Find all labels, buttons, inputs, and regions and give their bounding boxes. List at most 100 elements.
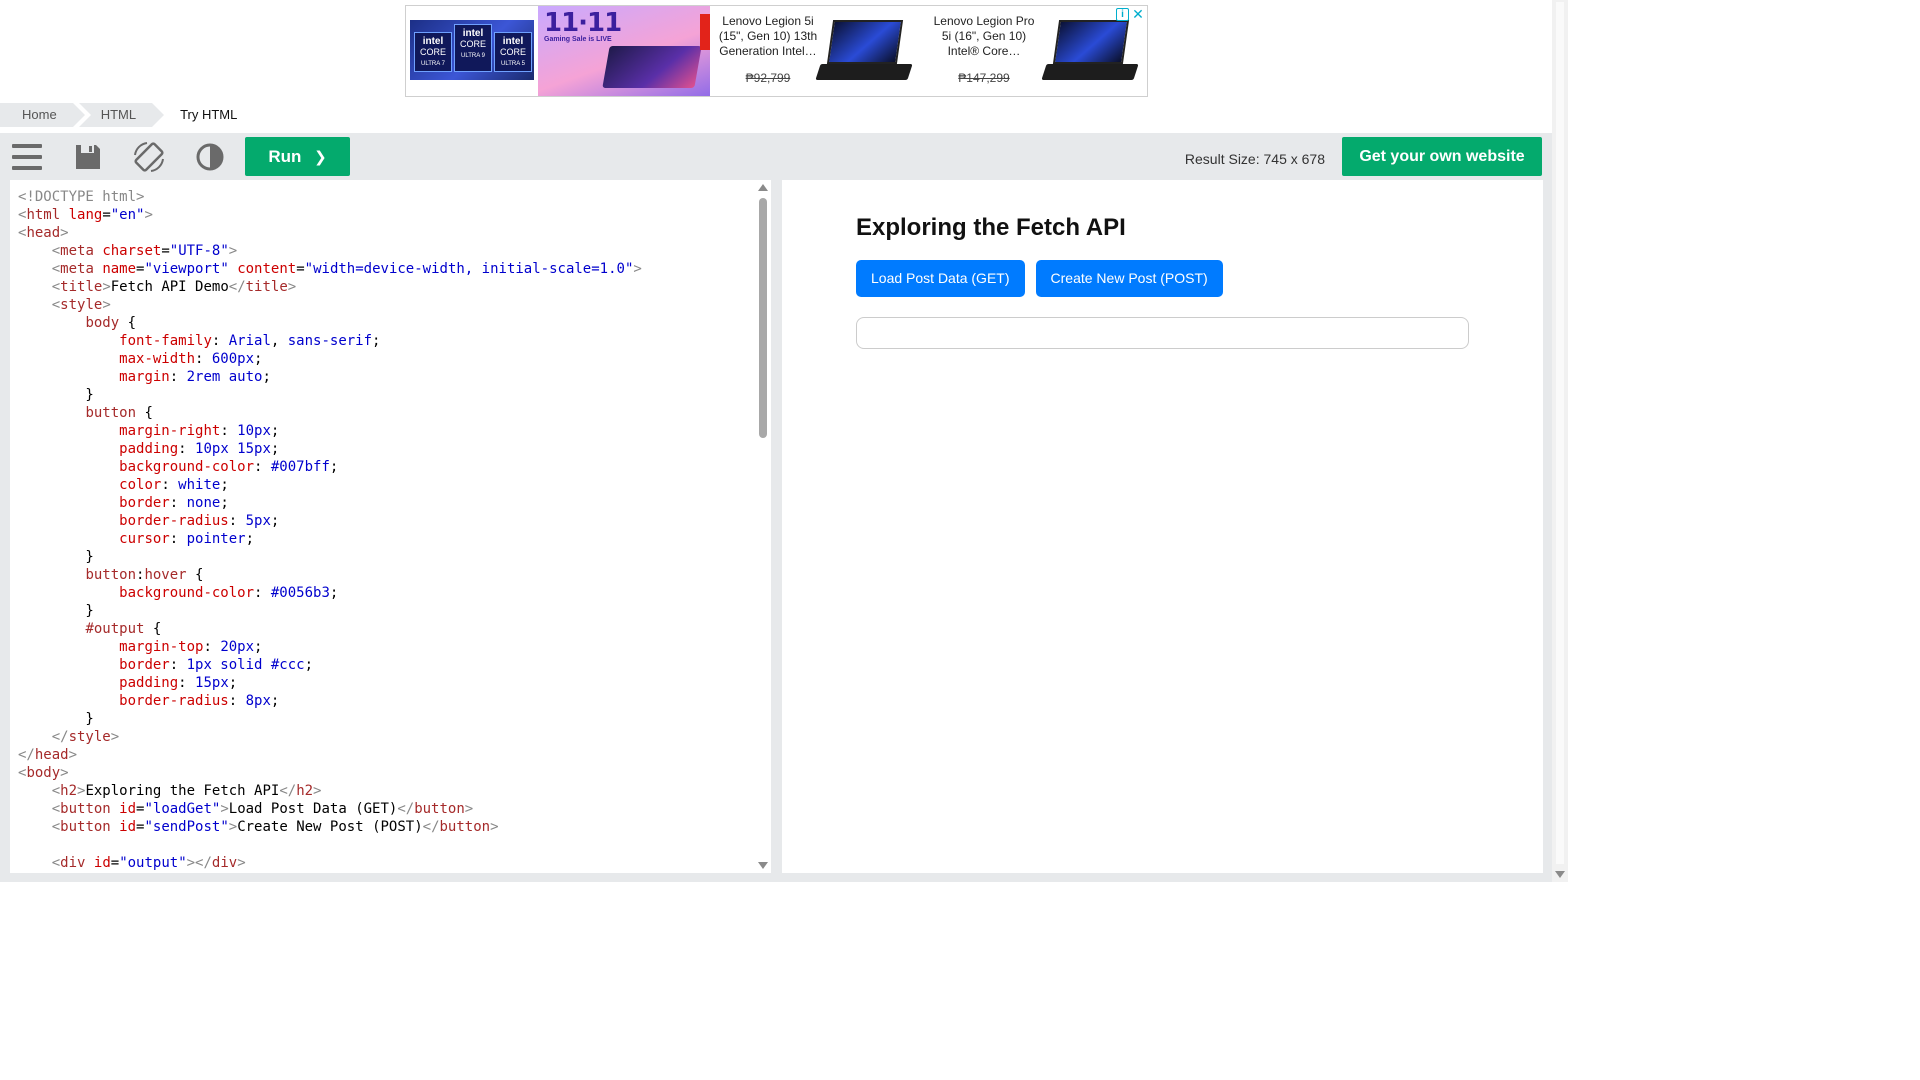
save-icon[interactable] bbox=[72, 141, 104, 173]
ad-info-icon[interactable]: i bbox=[1116, 8, 1129, 21]
code-token: < bbox=[51, 819, 61, 835]
code-token: > bbox=[490, 819, 499, 835]
code-line[interactable]: <button id="loadGet">Load Post Data (GET… bbox=[18, 800, 642, 818]
code-token: "output" bbox=[119, 855, 187, 871]
code-line[interactable]: <!DOCTYPE html> bbox=[18, 188, 642, 206]
code-token: #0056b3 bbox=[270, 585, 330, 601]
editor-scroll-thumb[interactable] bbox=[759, 198, 767, 438]
ad-product-2-image[interactable] bbox=[1041, 20, 1142, 88]
code-line[interactable]: border: 1px solid #ccc; bbox=[18, 656, 642, 674]
ad-product-name[interactable]: Lenovo Legion 5i (15", Gen 10) 13th Gene… bbox=[714, 14, 822, 59]
scroll-up-arrow-icon[interactable] bbox=[758, 184, 768, 191]
result-content: Exploring the Fetch API Load Post Data (… bbox=[856, 212, 1469, 349]
code-line[interactable]: <head> bbox=[18, 224, 642, 242]
ad-product-2[interactable]: Lenovo Legion Pro 5i (16", Gen 10) Intel… bbox=[930, 6, 1038, 96]
ad-product-name[interactable]: Lenovo Legion Pro 5i (16", Gen 10) Intel… bbox=[930, 14, 1038, 59]
code-token: } bbox=[18, 549, 94, 565]
code-line[interactable]: margin-top: 20px; bbox=[18, 638, 642, 656]
code-line[interactable]: button:hover { bbox=[18, 566, 642, 584]
code-line[interactable]: <div id="output"></div> bbox=[18, 854, 642, 872]
code-line[interactable]: <body> bbox=[18, 764, 642, 782]
code-line[interactable]: </style> bbox=[18, 728, 642, 746]
code-line[interactable]: <html lang="en"> bbox=[18, 206, 642, 224]
code-line[interactable]: <title>Fetch API Demo</title> bbox=[18, 278, 642, 296]
code-line[interactable]: } bbox=[18, 386, 642, 404]
ad-close-icon[interactable]: ✕ bbox=[1131, 6, 1145, 22]
orientation-icon[interactable] bbox=[133, 141, 165, 173]
ad-product-1[interactable]: Lenovo Legion 5i (15", Gen 10) 13th Gene… bbox=[714, 6, 822, 96]
ad-intel-chips-image[interactable]: intel CORE ULTRA 7 intel CORE ULTRA 9 in… bbox=[410, 20, 534, 80]
code-token: 10px bbox=[237, 423, 271, 439]
code-line[interactable]: margin: 2rem auto; bbox=[18, 368, 642, 386]
code-line[interactable]: } bbox=[18, 710, 642, 728]
code-line[interactable]: margin-right: 10px; bbox=[18, 422, 642, 440]
code-token: ; bbox=[329, 459, 339, 475]
code-token: } bbox=[18, 387, 94, 403]
code-line[interactable]: cursor: pointer; bbox=[18, 530, 642, 548]
code-line[interactable]: </head> bbox=[18, 746, 642, 764]
code-line[interactable]: button { bbox=[18, 404, 642, 422]
code-editor[interactable]: <!DOCTYPE html> <html lang="en"> <head> <m… bbox=[10, 180, 771, 873]
code-token: { bbox=[119, 315, 137, 331]
code-token: none bbox=[186, 495, 221, 511]
page-scroll-thumb[interactable] bbox=[1556, 2, 1564, 864]
ad-sale-image[interactable]: 11·11 Gaming Sale is LIVE bbox=[538, 6, 710, 96]
page-scroll-down-arrow-icon[interactable] bbox=[1555, 871, 1565, 878]
code-line[interactable]: <h2>Exploring the Fetch API</h2> bbox=[18, 782, 642, 800]
code-line[interactable]: padding: 15px; bbox=[18, 674, 642, 692]
code-token: hover bbox=[144, 567, 187, 583]
code-line[interactable] bbox=[18, 836, 642, 854]
code-text[interactable]: <!DOCTYPE html> <html lang="en"> <head> <m… bbox=[18, 188, 642, 872]
code-line[interactable]: <button id="sendPost">Create New Post (P… bbox=[18, 818, 642, 836]
code-line[interactable]: border: none; bbox=[18, 494, 642, 512]
code-line[interactable]: <meta name="viewport" content="width=dev… bbox=[18, 260, 642, 278]
code-token: > bbox=[228, 243, 238, 259]
code-token: ; bbox=[254, 639, 263, 655]
code-line[interactable]: } bbox=[18, 548, 642, 566]
code-line[interactable]: max-width: 600px; bbox=[18, 350, 642, 368]
code-line[interactable]: <meta charset="UTF-8"> bbox=[18, 242, 642, 260]
code-token: 1px solid #ccc bbox=[186, 657, 305, 673]
code-token: Create New Post (POST) bbox=[237, 819, 423, 835]
run-button[interactable]: Run ❯ bbox=[245, 137, 350, 176]
create-post-button[interactable]: Create New Post (POST) bbox=[1035, 260, 1223, 297]
ad-banner[interactable]: intel CORE ULTRA 7 intel CORE ULTRA 9 in… bbox=[405, 5, 1148, 97]
result-size-label: Result Size: 745 x 678 bbox=[1184, 151, 1325, 167]
load-get-button[interactable]: Load Post Data (GET) bbox=[856, 260, 1025, 297]
breadcrumb-html[interactable]: HTML bbox=[78, 103, 165, 127]
code-line[interactable]: body { bbox=[18, 314, 642, 332]
code-token: head bbox=[34, 747, 69, 763]
code-token: button bbox=[439, 819, 491, 835]
code-line[interactable]: } bbox=[18, 602, 642, 620]
code-token: button bbox=[60, 801, 111, 817]
code-line[interactable]: background-color: #007bff; bbox=[18, 458, 642, 476]
code-line[interactable]: <style> bbox=[18, 296, 642, 314]
code-line[interactable]: font-family: Arial, sans-serif; bbox=[18, 332, 642, 350]
code-line[interactable]: #output { bbox=[18, 620, 642, 638]
code-line[interactable]: border-radius: 5px; bbox=[18, 512, 642, 530]
breadcrumb-home[interactable]: Home bbox=[0, 103, 85, 127]
scroll-down-arrow-icon[interactable] bbox=[758, 862, 768, 869]
code-line[interactable]: background-color: #0056b3; bbox=[18, 584, 642, 602]
page-scrollbar[interactable] bbox=[1552, 0, 1568, 882]
code-line[interactable]: padding: 10px 15px; bbox=[18, 440, 642, 458]
menu-icon[interactable] bbox=[11, 141, 43, 173]
get-your-own-website-button[interactable]: Get your own website bbox=[1342, 137, 1542, 176]
code-line[interactable]: border-radius: 8px; bbox=[18, 692, 642, 710]
code-token: button bbox=[414, 801, 465, 817]
code-token: meta bbox=[60, 261, 94, 277]
code-token: , bbox=[270, 333, 288, 349]
ad-product-1-image[interactable] bbox=[815, 20, 916, 88]
code-line[interactable]: color: white; bbox=[18, 476, 642, 494]
editor-scrollbar[interactable] bbox=[754, 180, 771, 873]
code-token: body bbox=[85, 315, 120, 331]
code-token: border-radius bbox=[119, 513, 229, 529]
contrast-icon[interactable] bbox=[194, 141, 226, 173]
